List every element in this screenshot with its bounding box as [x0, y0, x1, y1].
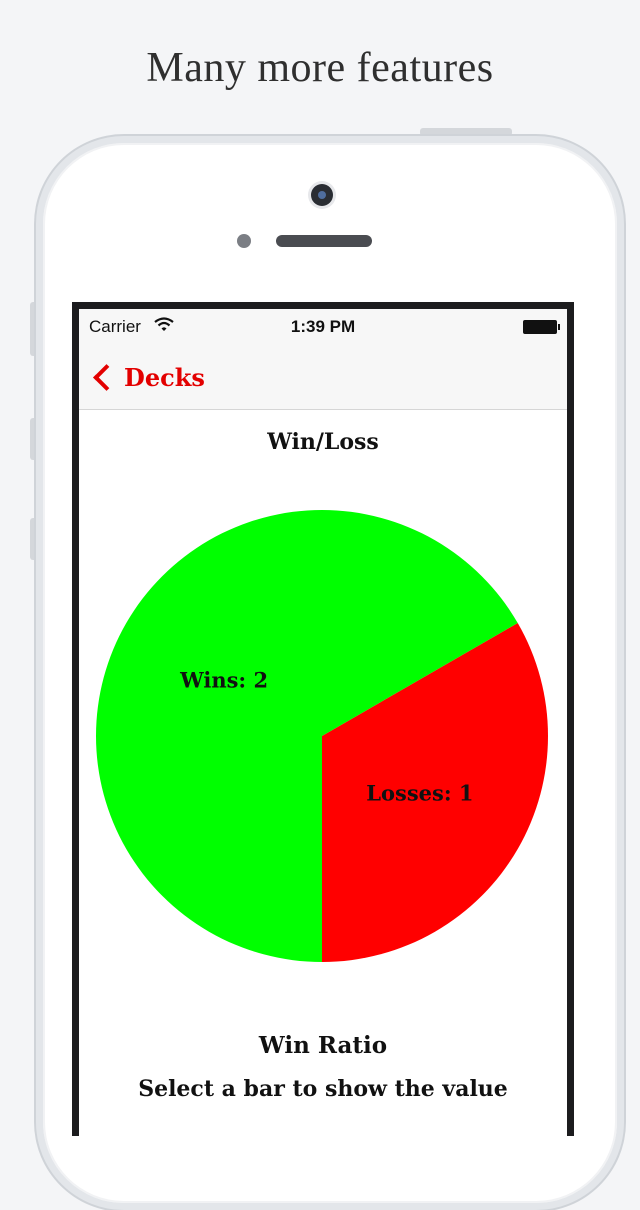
app-screen: Carrier 1:39 PM Decks Win/Loss Wins: 2 L… — [79, 309, 567, 1136]
battery-icon — [523, 320, 560, 334]
earpiece-speaker — [276, 235, 372, 247]
pie-label-losses: Losses: 1 — [366, 780, 474, 805]
win-ratio-title: Win Ratio — [258, 1032, 388, 1059]
stats-content: Win/Loss Wins: 2 Losses: 1 Win Ratio Sel… — [79, 410, 567, 1136]
back-button[interactable]: Decks — [91, 361, 205, 393]
win-loss-pie-chart[interactable] — [96, 510, 548, 962]
phone-screen: Carrier 1:39 PM Decks Win/Loss Wins: 2 L… — [72, 302, 574, 1136]
chevron-left-icon — [93, 363, 120, 391]
front-camera-icon — [311, 184, 333, 206]
navigation-bar: Decks — [79, 343, 567, 410]
status-time: 1:39 PM — [290, 317, 356, 336]
power-button — [420, 128, 512, 136]
back-button-label: Decks — [124, 362, 205, 392]
pie-label-wins: Wins: 2 — [180, 667, 269, 692]
chart-title: Win/Loss — [267, 429, 379, 455]
proximity-sensor — [237, 234, 251, 248]
win-ratio-hint: Select a bar to show the value — [138, 1076, 508, 1102]
headline: Many more features — [146, 45, 494, 91]
status-bar: Carrier 1:39 PM — [79, 309, 567, 343]
